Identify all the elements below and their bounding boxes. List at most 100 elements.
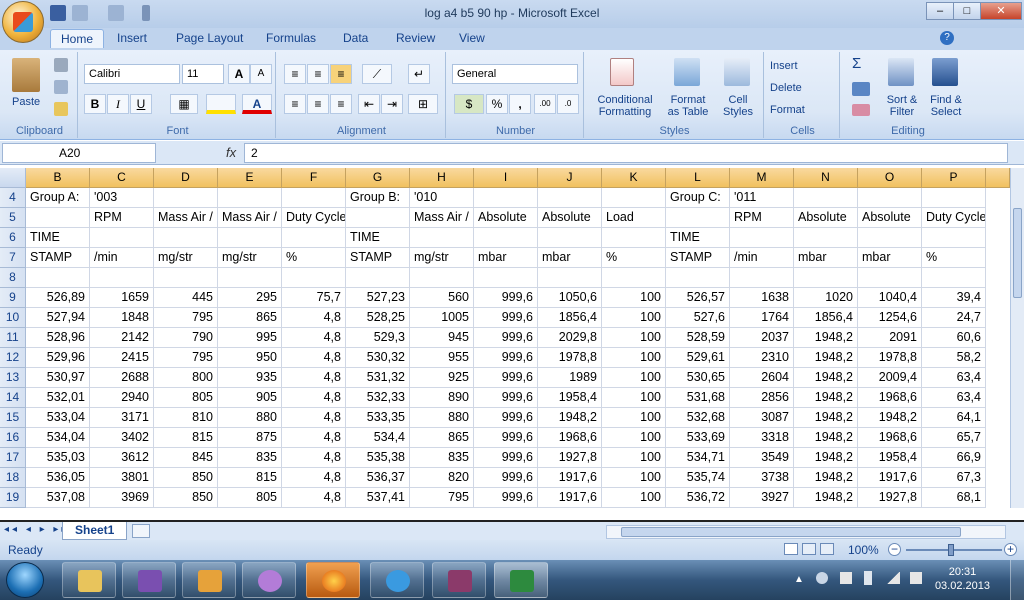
- table-cell[interactable]: Absolute: [538, 208, 602, 228]
- table-cell[interactable]: [666, 208, 730, 228]
- table-cell[interactable]: 1978,8: [858, 348, 922, 368]
- copy-icon[interactable]: [54, 80, 68, 94]
- table-cell[interactable]: [538, 228, 602, 248]
- row-header[interactable]: 9: [0, 288, 26, 308]
- table-cell[interactable]: 537,08: [26, 488, 90, 508]
- table-cell[interactable]: 63,4: [922, 368, 986, 388]
- row-header[interactable]: 18: [0, 468, 26, 488]
- column-header-l[interactable]: L: [666, 168, 730, 188]
- row-header[interactable]: 11: [0, 328, 26, 348]
- font-size-combo[interactable]: 11: [182, 64, 224, 84]
- taskbar-winamp[interactable]: [182, 562, 236, 598]
- table-cell[interactable]: 2091: [858, 328, 922, 348]
- sheet-nav-arrows[interactable]: ◂◂ ◂ ▸ ▸▸: [4, 524, 69, 535]
- table-cell[interactable]: 535,74: [666, 468, 730, 488]
- table-cell[interactable]: RPM: [90, 208, 154, 228]
- table-cell[interactable]: [282, 188, 346, 208]
- column-header-d[interactable]: D: [154, 168, 218, 188]
- currency-icon[interactable]: $: [454, 94, 484, 114]
- table-cell[interactable]: 835: [218, 448, 282, 468]
- table-cell[interactable]: 75,7: [282, 288, 346, 308]
- row-header[interactable]: 17: [0, 448, 26, 468]
- table-cell[interactable]: [858, 268, 922, 288]
- table-cell[interactable]: 1948,2: [538, 408, 602, 428]
- tab-page-layout[interactable]: Page Layout: [176, 31, 243, 45]
- table-cell[interactable]: /min: [730, 248, 794, 268]
- table-cell[interactable]: [922, 228, 986, 248]
- table-cell[interactable]: 536,37: [346, 468, 410, 488]
- table-cell[interactable]: 4,8: [282, 368, 346, 388]
- tab-data[interactable]: Data: [343, 31, 368, 45]
- show-desktop-button[interactable]: [1010, 560, 1024, 600]
- table-cell[interactable]: [794, 268, 858, 288]
- table-cell[interactable]: %: [282, 248, 346, 268]
- table-cell[interactable]: 2688: [90, 368, 154, 388]
- table-cell[interactable]: 1020: [794, 288, 858, 308]
- table-cell[interactable]: 999,6: [474, 348, 538, 368]
- table-cell[interactable]: 790: [154, 328, 218, 348]
- table-cell[interactable]: 535,03: [26, 448, 90, 468]
- taskbar-messenger[interactable]: [242, 562, 296, 598]
- decrease-decimal-icon[interactable]: .0: [557, 94, 579, 114]
- table-cell[interactable]: 999,6: [474, 288, 538, 308]
- table-cell[interactable]: 526,89: [26, 288, 90, 308]
- table-cell[interactable]: [794, 228, 858, 248]
- zoom-slider[interactable]: [906, 549, 1002, 551]
- table-cell[interactable]: 890: [410, 388, 474, 408]
- table-cell[interactable]: mg/str: [410, 248, 474, 268]
- table-cell[interactable]: 532,33: [346, 388, 410, 408]
- table-cell[interactable]: '011: [730, 188, 794, 208]
- row-header[interactable]: 15: [0, 408, 26, 428]
- table-cell[interactable]: 2310: [730, 348, 794, 368]
- sort-filter-icon[interactable]: [888, 58, 914, 86]
- table-cell[interactable]: 4,8: [282, 328, 346, 348]
- table-cell[interactable]: 100: [602, 448, 666, 468]
- table-cell[interactable]: STAMP: [346, 248, 410, 268]
- column-header-j[interactable]: J: [538, 168, 602, 188]
- table-cell[interactable]: 1948,2: [794, 388, 858, 408]
- conditional-formatting-button[interactable]: Conditional Formatting: [592, 94, 658, 118]
- table-cell[interactable]: [730, 268, 794, 288]
- tray-messenger-icon[interactable]: [816, 572, 828, 584]
- table-cell[interactable]: 68,1: [922, 488, 986, 508]
- table-cell[interactable]: 532,01: [26, 388, 90, 408]
- table-cell[interactable]: 64,1: [922, 408, 986, 428]
- column-header-n[interactable]: N: [794, 168, 858, 188]
- table-cell[interactable]: Group A:: [26, 188, 90, 208]
- table-cell[interactable]: 4,8: [282, 348, 346, 368]
- table-cell[interactable]: 1948,2: [858, 408, 922, 428]
- table-cell[interactable]: 1659: [90, 288, 154, 308]
- table-cell[interactable]: STAMP: [666, 248, 730, 268]
- fill-icon[interactable]: [852, 82, 870, 96]
- cell-styles-icon[interactable]: [724, 58, 750, 86]
- table-cell[interactable]: 2415: [90, 348, 154, 368]
- row-header[interactable]: 5: [0, 208, 26, 228]
- table-cell[interactable]: 529,96: [26, 348, 90, 368]
- table-cell[interactable]: 100: [602, 388, 666, 408]
- table-cell[interactable]: 527,23: [346, 288, 410, 308]
- table-cell[interactable]: 1917,6: [538, 488, 602, 508]
- table-cell[interactable]: 529,3: [346, 328, 410, 348]
- table-cell[interactable]: 955: [410, 348, 474, 368]
- table-cell[interactable]: 1948,2: [794, 328, 858, 348]
- table-cell[interactable]: 880: [410, 408, 474, 428]
- table-cell[interactable]: 999,6: [474, 448, 538, 468]
- table-cell[interactable]: RPM: [730, 208, 794, 228]
- table-cell[interactable]: 67,3: [922, 468, 986, 488]
- table-cell[interactable]: 3801: [90, 468, 154, 488]
- grow-font-button[interactable]: A: [228, 64, 250, 84]
- table-cell[interactable]: [602, 268, 666, 288]
- table-cell[interactable]: 100: [602, 428, 666, 448]
- table-cell[interactable]: 3171: [90, 408, 154, 428]
- table-cell[interactable]: 4,8: [282, 468, 346, 488]
- format-as-table-icon[interactable]: [674, 58, 700, 86]
- table-cell[interactable]: 820: [410, 468, 474, 488]
- table-cell[interactable]: 100: [602, 468, 666, 488]
- table-cell[interactable]: [154, 188, 218, 208]
- cut-icon[interactable]: [54, 58, 68, 72]
- zoom-out-icon[interactable]: −: [888, 543, 901, 556]
- tab-review[interactable]: Review: [396, 31, 435, 45]
- table-cell[interactable]: %: [922, 248, 986, 268]
- column-header-o[interactable]: O: [858, 168, 922, 188]
- table-cell[interactable]: 1978,8: [538, 348, 602, 368]
